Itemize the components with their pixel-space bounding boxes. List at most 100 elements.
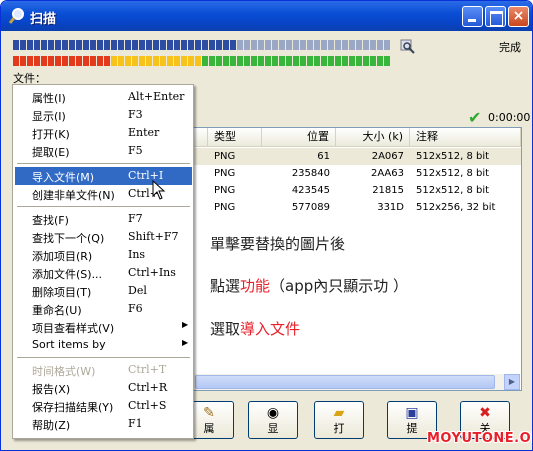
level-segment <box>272 56 278 66</box>
level-segment <box>314 56 320 66</box>
column-header[interactable]: 位置 <box>262 128 336 147</box>
level-segment <box>83 56 89 66</box>
level-segment <box>251 56 257 66</box>
menu-item[interactable]: Sort items by ▶ <box>15 336 192 354</box>
menu-item[interactable]: 删除项目(T) Del <box>15 282 192 300</box>
scan-window: 扫描 × 完成 文件： ✔ 0:00:00 类型 位置 大小 (k) 注释 PN… <box>0 0 533 451</box>
magnifier-icon <box>8 8 24 24</box>
open-button[interactable]: ▰ 打 <box>314 401 364 439</box>
progress-segment <box>321 40 327 50</box>
menu-item[interactable]: 保存扫描结果(Y) Ctrl+S <box>15 397 192 415</box>
annotation-text: （app內只顯示功 ） <box>270 277 409 295</box>
annotation-line: 選取導入文件 <box>210 318 300 339</box>
menu-item[interactable]: 报告(X) Ctrl+R <box>15 379 192 397</box>
menu-item: 时间格式(W) Ctrl+T <box>15 361 192 379</box>
column-header[interactable]: 大小 (k) <box>336 128 410 147</box>
menu-item-label: 帮助(Z) <box>32 419 71 432</box>
scrollbar-thumb[interactable] <box>195 375 495 389</box>
menu-item[interactable]: 帮助(Z) F1 <box>15 415 192 433</box>
menu-item-label: 查找(F) <box>32 214 69 227</box>
menu-item[interactable]: 查找(F) F7 <box>15 210 192 228</box>
menu-item-shortcut: Shift+F7 <box>128 230 179 243</box>
menu-item-shortcut: Ctrl+Ins <box>128 266 176 279</box>
level-segment <box>160 56 166 66</box>
minimize-button[interactable] <box>462 6 483 27</box>
level-segment <box>223 56 229 66</box>
menu-item-label: 删除项目(T) <box>32 286 92 299</box>
level-segment <box>300 56 306 66</box>
level-segment <box>370 56 376 66</box>
menu-item-label: 添加文件(S)... <box>32 268 103 281</box>
zoom-icon[interactable] <box>400 39 416 55</box>
menu-item[interactable]: 打开(K) Enter <box>15 124 192 142</box>
context-menu: 属性(I) Alt+Enter 显示(I) F3 打开(K) Enter 提取(E) F5 导入… <box>12 84 194 439</box>
progress-segment <box>300 40 306 50</box>
progress-segment <box>69 40 75 50</box>
progress-segment <box>202 40 208 50</box>
progress-segment <box>279 40 285 50</box>
menu-item-label: 导入文件(M) <box>32 171 95 184</box>
cell-size: 2A067 <box>371 151 404 162</box>
mouse-cursor-icon <box>152 180 166 200</box>
cell-size: 331D <box>377 202 404 213</box>
column-header[interactable]: 类型 <box>208 128 262 147</box>
title-bar: 扫描 × <box>1 1 532 31</box>
menu-item-label: 项目查看样式(V) <box>32 322 115 335</box>
menu-item[interactable]: 显示(I) F3 <box>15 106 192 124</box>
progress-segment <box>167 40 173 50</box>
close-window-button[interactable]: × <box>508 6 529 27</box>
progress-segment <box>83 40 89 50</box>
level-segment <box>13 56 19 66</box>
level-segment <box>349 56 355 66</box>
progress-segment <box>230 40 236 50</box>
level-segment <box>377 56 383 66</box>
cell-type: PNG <box>214 168 236 179</box>
menu-item-shortcut: Ctrl+T <box>128 363 167 376</box>
menu-item[interactable]: 重命名(U) F6 <box>15 300 192 318</box>
cell-position: 577089 <box>291 202 330 213</box>
progress-segment <box>293 40 299 50</box>
menu-item-shortcut: F6 <box>128 302 143 315</box>
menu-item-label: Sort items by <box>32 338 106 351</box>
progress-segment <box>370 40 376 50</box>
cell-position: 235840 <box>291 168 330 179</box>
annotation-text: 選取 <box>210 320 241 338</box>
submenu-arrow-icon: ▶ <box>182 320 189 329</box>
progress-segment <box>272 40 278 50</box>
scroll-right-icon[interactable]: ▶ <box>504 374 520 390</box>
progress-segment <box>41 40 47 50</box>
progress-segment <box>27 40 33 50</box>
level-segment <box>167 56 173 66</box>
maximize-button[interactable] <box>485 6 506 27</box>
level-segment <box>174 56 180 66</box>
level-segment <box>321 56 327 66</box>
annotation-highlight: 功能 <box>240 277 271 295</box>
menu-item[interactable]: 查找下一个(Q) Shift+F7 <box>15 228 192 246</box>
menu-item[interactable]: 添加项目(R) Ins <box>15 246 192 264</box>
menu-separator <box>17 357 190 358</box>
annotation-highlight: 導入文件 <box>240 320 301 338</box>
menu-item[interactable]: 添加文件(S)... Ctrl+Ins <box>15 264 192 282</box>
level-segment <box>34 56 40 66</box>
menu-item[interactable]: 属性(I) Alt+Enter <box>15 88 192 106</box>
level-segment <box>90 56 96 66</box>
progress-segment <box>153 40 159 50</box>
menu-item-label: 显示(I) <box>32 110 66 123</box>
level-segment <box>132 56 138 66</box>
menu-item-shortcut: Enter <box>128 126 160 139</box>
menu-item-label: 创建非单文件(N) <box>32 189 115 202</box>
view-button[interactable]: ◉ 显 <box>248 401 298 439</box>
progress-segment <box>104 40 110 50</box>
annotation-line: 點選功能（app內只顯示功 ） <box>210 275 408 296</box>
progress-segment <box>195 40 201 50</box>
elapsed-time: 0:00:00 <box>488 111 531 124</box>
level-segment <box>265 56 271 66</box>
menu-item[interactable]: 项目查看样式(V) ▶ <box>15 318 192 336</box>
level-segment <box>279 56 285 66</box>
column-header[interactable]: 注释 <box>410 128 521 147</box>
cell-position: 423545 <box>291 185 330 196</box>
cell-type: PNG <box>214 151 236 162</box>
menu-item[interactable]: 提取(E) F5 <box>15 142 192 160</box>
level-segment <box>356 56 362 66</box>
progress-segment <box>139 40 145 50</box>
